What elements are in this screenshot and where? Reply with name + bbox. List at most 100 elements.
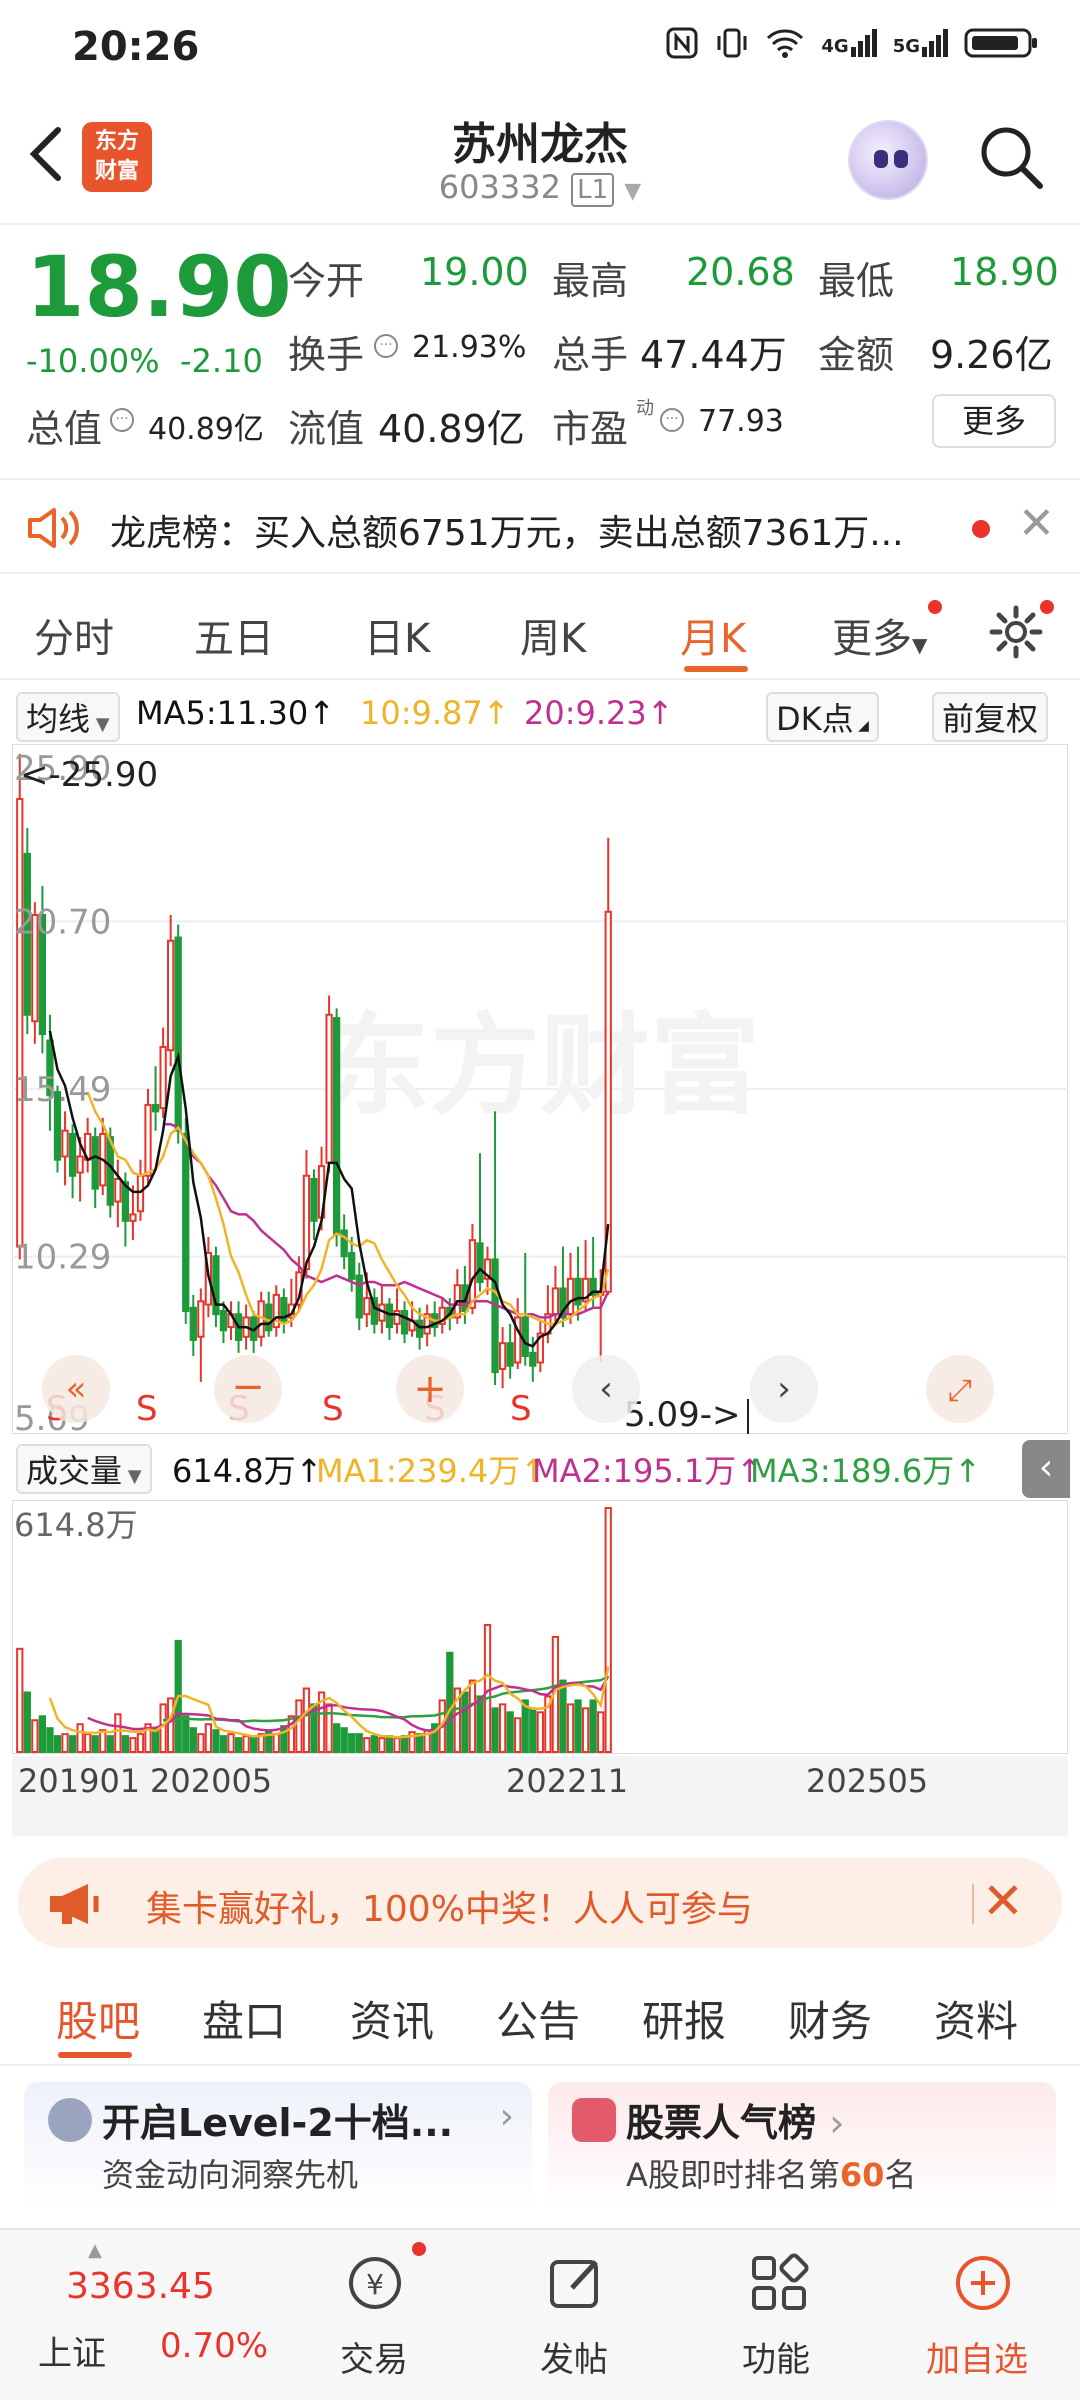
high-value: 20.68 — [686, 250, 795, 294]
volume-max-label: 614.8万 — [14, 1506, 138, 1544]
nav-trade[interactable]: ¥ 交易 — [316, 2230, 436, 2400]
candle-body — [498, 1342, 507, 1370]
zoom-out-button[interactable]: − — [214, 1355, 282, 1423]
volume-bar — [325, 1703, 333, 1753]
dk-point-button[interactable]: DK点 ◢ — [766, 692, 879, 742]
info-icon[interactable]: ··· — [374, 334, 398, 358]
y-tick-label: 20.70 — [14, 902, 111, 942]
sell-signal: S — [322, 1389, 344, 1429]
candle-body — [144, 1103, 152, 1177]
nav-post[interactable]: 发帖 — [516, 2230, 636, 2400]
max-price-marker: <-25.90 — [20, 755, 158, 795]
status-time: 20:26 — [72, 24, 200, 70]
fullscreen-button[interactable]: ⤢ — [926, 1355, 994, 1423]
volume-bar — [581, 1707, 590, 1753]
vibrate-icon — [717, 28, 747, 58]
x-label: 202005 — [150, 1762, 273, 1800]
tab-five-day[interactable]: 五日 — [194, 606, 274, 664]
tab-weekly-k[interactable]: 周K — [520, 606, 586, 664]
scroll-right-button[interactable]: › — [750, 1355, 818, 1423]
unread-dot — [972, 520, 990, 538]
volume-bar — [46, 1727, 54, 1753]
adjust-button[interactable]: 前复权 — [932, 692, 1049, 742]
settings-gear-icon[interactable] — [988, 604, 1044, 660]
dragon-tiger-banner[interactable]: 龙虎榜：买入总额6751万元，卖出总额7361万... ✕ — [0, 478, 1080, 574]
pe-dynamic-mark: 动 — [636, 398, 654, 419]
close-icon[interactable]: ✕ — [1018, 498, 1055, 549]
candle-body — [385, 1303, 394, 1329]
volume-indicator-selector[interactable]: 成交量 ▼ — [16, 1444, 152, 1494]
candle-body — [348, 1252, 356, 1280]
candle-body — [491, 1258, 499, 1374]
candle-body — [265, 1303, 273, 1332]
popularity-card[interactable]: 股票人气榜 › A股即时排名第60名 — [548, 2082, 1056, 2210]
volume-bar — [363, 1737, 371, 1753]
chart-left-button[interactable]: « — [42, 1355, 110, 1423]
nav-functions[interactable]: 功能 — [718, 2230, 838, 2400]
candle-body — [16, 798, 24, 1248]
collapse-panel-button[interactable]: ‹ — [1022, 1440, 1070, 1498]
tab-news[interactable]: 资讯 — [350, 1988, 434, 2049]
close-icon[interactable]: ✕ — [982, 1872, 1024, 1930]
zoom-in-button[interactable]: + — [396, 1355, 464, 1423]
tab-order-book[interactable]: 盘口 — [202, 1988, 286, 2049]
tab-research[interactable]: 研报 — [642, 1988, 726, 2049]
tab-more[interactable]: 更多▼ — [832, 606, 927, 664]
tab-more-label: 更多 — [832, 616, 912, 662]
tab-announcements[interactable]: 公告 — [496, 1988, 580, 2049]
edit-icon — [550, 2260, 598, 2308]
volume-bar — [167, 1697, 175, 1753]
ma-legend: 均线 ▼ MA5:11.30↑ 10:9.87↑ 20:9.23↑ DK点 ◢ … — [0, 686, 1080, 742]
divider — [972, 1884, 974, 1924]
candle-body — [574, 1277, 582, 1306]
tab-intraday[interactable]: 分时 — [34, 606, 114, 664]
stock-header: 东方 财富 苏州龙杰 603332 L1 ▼ — [0, 100, 1080, 225]
info-icon[interactable]: ··· — [660, 408, 684, 432]
volume-bar — [498, 1703, 507, 1753]
nav-add-watchlist[interactable]: 加自选 — [912, 2230, 1052, 2400]
x-label: 201901 — [18, 1762, 141, 1800]
info-icon[interactable]: ··· — [110, 408, 134, 432]
dropdown-icon: ▼ — [912, 633, 928, 657]
volume-chart[interactable]: 614.8万 — [12, 1500, 1068, 1754]
tab-forum[interactable]: 股吧 — [56, 1988, 140, 2049]
wifi-icon — [767, 29, 804, 58]
rank-prefix: A股即时排名第 — [626, 2156, 840, 2194]
scroll-left-button[interactable]: ‹ — [572, 1355, 640, 1423]
volume-bar — [476, 1695, 484, 1753]
volume-bar — [197, 1733, 205, 1753]
tab-profile[interactable]: 资料 — [934, 1988, 1018, 2049]
sell-signal: S — [136, 1389, 158, 1429]
change-amount: -2.10 — [180, 342, 263, 380]
candle-body — [363, 1297, 371, 1316]
tab-monthly-k[interactable]: 月K — [680, 606, 746, 664]
ma5-value: MA5:11.30↑ — [136, 694, 336, 732]
indicator-selector[interactable]: 均线 ▼ — [16, 692, 120, 742]
more-quote-button[interactable]: 更多 — [932, 394, 1056, 448]
level2-card[interactable]: 开启Level-2十档... 资金动向洞察先机 › — [24, 2082, 532, 2210]
tab-financials[interactable]: 财务 — [788, 1988, 872, 2049]
candlestick-chart[interactable]: 东方财富 25.9020.7015.4910.295.09 <-25.90 5.… — [12, 744, 1068, 1434]
pe-value: 77.93 — [698, 404, 784, 439]
volume-bar — [38, 1715, 47, 1753]
candle-body — [340, 1229, 348, 1258]
candle-body — [76, 1155, 84, 1174]
volume-ma1: MA1:239.4万↑ — [316, 1452, 548, 1490]
candle-body — [476, 1242, 484, 1284]
amount-value: 9.26亿 — [930, 333, 1053, 377]
volume-bar — [332, 1723, 341, 1754]
grid-icon — [752, 2253, 809, 2310]
candle-body — [114, 1177, 122, 1203]
promo-banner[interactable]: 集卡赢好礼，100%中奖！人人可参与 ✕ — [18, 1858, 1062, 1948]
float-cap-label: 流值 — [288, 407, 365, 451]
candle-body — [400, 1309, 409, 1335]
add-circle-icon — [956, 2256, 1010, 2310]
sell-signal: S — [510, 1389, 532, 1429]
candle-body — [529, 1351, 537, 1367]
robot-assistant-avatar[interactable] — [848, 120, 928, 200]
tab-daily-k[interactable]: 日K — [364, 606, 430, 664]
index-quote[interactable]: ▲ 3363.45 上证 0.70% — [20, 2240, 268, 2390]
volume-bar — [446, 1651, 454, 1754]
search-icon[interactable] — [976, 122, 1046, 192]
active-tab-indicator — [684, 666, 748, 672]
